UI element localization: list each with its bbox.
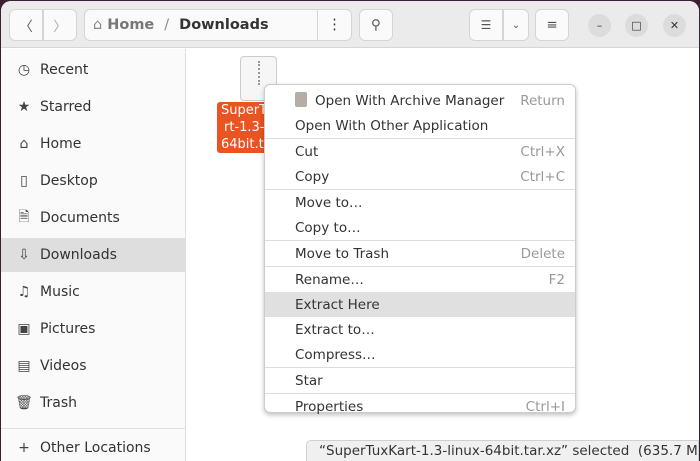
path-separator: /	[164, 17, 170, 33]
sidebar-item-label: Desktop	[40, 173, 98, 189]
sidebar-item-label: Home	[40, 136, 82, 152]
sidebar-item-label: Other Locations	[40, 440, 151, 456]
file-name-label[interactable]: SuperT rt-1.3-l 64bit.t	[217, 102, 271, 153]
sidebar-item-label: Music	[40, 284, 80, 300]
picture-icon: ▣	[17, 321, 31, 337]
view-list-button[interactable]: ☰	[469, 9, 503, 41]
path-bar: ⌂ Home / Downloads ⋮	[84, 9, 352, 41]
menu-label: Copy	[295, 168, 330, 185]
back-button[interactable]: 〈	[9, 9, 43, 41]
plus-icon: +	[18, 440, 30, 456]
chevron-left-icon: 〈	[19, 19, 33, 35]
menu-label: Move to Trash	[295, 245, 390, 262]
sidebar-item-desktop[interactable]: ▯ Desktop	[1, 164, 185, 198]
minimize-icon: –	[596, 19, 603, 32]
menu-item-open-other-app[interactable]: Open With Other Application	[265, 113, 575, 138]
sidebar-item-trash[interactable]: 🗑 Trash	[1, 386, 185, 420]
sidebar-item-other-locations[interactable]: + Other Locations	[1, 431, 185, 461]
menu-label: Open With Other Application	[295, 117, 489, 134]
menu-shortcut: Ctrl+C	[520, 168, 565, 185]
list-icon: ☰	[480, 18, 492, 32]
menu-label: Cut	[295, 143, 319, 160]
menu-shortcut: Ctrl+I	[525, 398, 565, 415]
zipper-icon	[258, 61, 261, 85]
menu-item-compress[interactable]: Compress…	[265, 342, 575, 367]
main-menu-button[interactable]: ≡	[535, 9, 569, 41]
menu-item-rename[interactable]: Rename… F2	[265, 267, 575, 292]
sidebar-item-label: Downloads	[40, 247, 117, 263]
document-icon: 🗎	[18, 209, 30, 225]
sidebar-item-label: Starred	[40, 99, 92, 115]
video-icon: ▤	[17, 358, 31, 374]
file-manager-window: 〈 〉 ⌂ Home / Downloads ⋮ ⚲ ☰ ⌄ ≡ – □ ✕ ◷…	[1, 1, 699, 461]
menu-item-cut[interactable]: Cut Ctrl+X	[265, 139, 575, 164]
menu-label: Move to…	[295, 194, 363, 211]
sidebar-item-label: Trash	[40, 395, 77, 411]
menu-shortcut: Delete	[520, 245, 565, 262]
menu-shortcut: Return	[520, 92, 565, 109]
menu-label: Properties	[295, 398, 364, 415]
menu-label: Compress…	[295, 346, 376, 363]
trash-icon: 🗑	[15, 395, 33, 411]
sidebar-item-label: Recent	[40, 62, 89, 78]
sidebar-item-label: Documents	[40, 210, 120, 226]
sidebar-divider	[1, 428, 185, 429]
sidebar-item-recent[interactable]: ◷ Recent	[1, 53, 185, 87]
menu-shortcut: Ctrl+X	[520, 143, 565, 160]
desktop-icon: ▯	[20, 173, 28, 189]
music-icon: ♫	[17, 284, 31, 300]
menu-item-star[interactable]: Star	[265, 368, 575, 393]
sidebar-item-music[interactable]: ♫ Music	[1, 275, 185, 309]
sidebar: ◷ Recent ★ Starred ⌂ Home ▯ Desktop 🗎 Documen…	[1, 49, 186, 461]
star-icon: ★	[17, 99, 31, 115]
search-button[interactable]: ⚲	[359, 9, 393, 41]
menu-shortcut: F2	[548, 271, 565, 288]
clock-icon: ◷	[17, 62, 31, 78]
context-menu: Open With Archive Manager Return Open Wit…	[264, 84, 576, 415]
maximize-icon: □	[631, 19, 642, 32]
menu-label: Copy to…	[295, 219, 361, 236]
menu-item-open-archive-manager[interactable]: Open With Archive Manager Return	[265, 88, 575, 113]
hamburger-icon: ≡	[546, 17, 558, 33]
sidebar-item-label: Pictures	[40, 321, 96, 337]
menu-item-move-to[interactable]: Move to…	[265, 190, 575, 215]
chevron-right-icon: 〉	[53, 19, 67, 35]
archive-manager-icon	[295, 92, 307, 107]
sidebar-item-videos[interactable]: ▤ Videos	[1, 349, 185, 383]
search-icon: ⚲	[371, 17, 381, 33]
close-icon: ✕	[669, 19, 680, 32]
menu-item-extract-here[interactable]: Extract Here	[265, 292, 575, 317]
sidebar-item-documents[interactable]: 🗎 Documents	[1, 201, 185, 235]
minimize-button[interactable]: –	[588, 14, 611, 37]
menu-item-properties[interactable]: Properties Ctrl+I	[265, 394, 575, 419]
menu-label: Star	[295, 372, 323, 389]
home-icon: ⌂	[19, 136, 29, 152]
forward-button[interactable]: 〉	[43, 9, 77, 41]
sidebar-item-pictures[interactable]: ▣ Pictures	[1, 312, 185, 346]
path-menu-button[interactable]: ⋮	[317, 10, 351, 40]
sidebar-item-label: Videos	[40, 358, 87, 374]
menu-label: Rename…	[295, 271, 364, 288]
path-home[interactable]: Home	[107, 17, 154, 33]
download-icon: ⇩	[18, 247, 30, 263]
menu-label: Extract to…	[295, 321, 375, 338]
menu-label: Open With Archive Manager	[315, 93, 505, 109]
header-bar: 〈 〉 ⌂ Home / Downloads ⋮ ⚲ ☰ ⌄ ≡ – □ ✕	[1, 1, 699, 48]
maximize-button[interactable]: □	[625, 14, 648, 37]
selection-status: “SuperTuxKart-1.3-linux-64bit.tar.xz” se…	[306, 440, 699, 461]
home-icon: ⌂	[93, 17, 103, 33]
path-downloads[interactable]: Downloads	[179, 17, 268, 33]
chevron-down-icon: ⌄	[511, 19, 521, 31]
menu-item-copy-to[interactable]: Copy to…	[265, 215, 575, 240]
sidebar-item-starred[interactable]: ★ Starred	[1, 90, 185, 124]
menu-label: Extract Here	[295, 296, 380, 313]
sidebar-item-home[interactable]: ⌂ Home	[1, 127, 185, 161]
sidebar-item-downloads[interactable]: ⇩ Downloads	[1, 238, 185, 272]
menu-item-extract-to[interactable]: Extract to…	[265, 317, 575, 342]
menu-item-copy[interactable]: Copy Ctrl+C	[265, 164, 575, 189]
menu-item-move-to-trash[interactable]: Move to Trash Delete	[265, 241, 575, 266]
close-button[interactable]: ✕	[663, 14, 686, 37]
view-options-button[interactable]: ⌄	[503, 9, 529, 41]
